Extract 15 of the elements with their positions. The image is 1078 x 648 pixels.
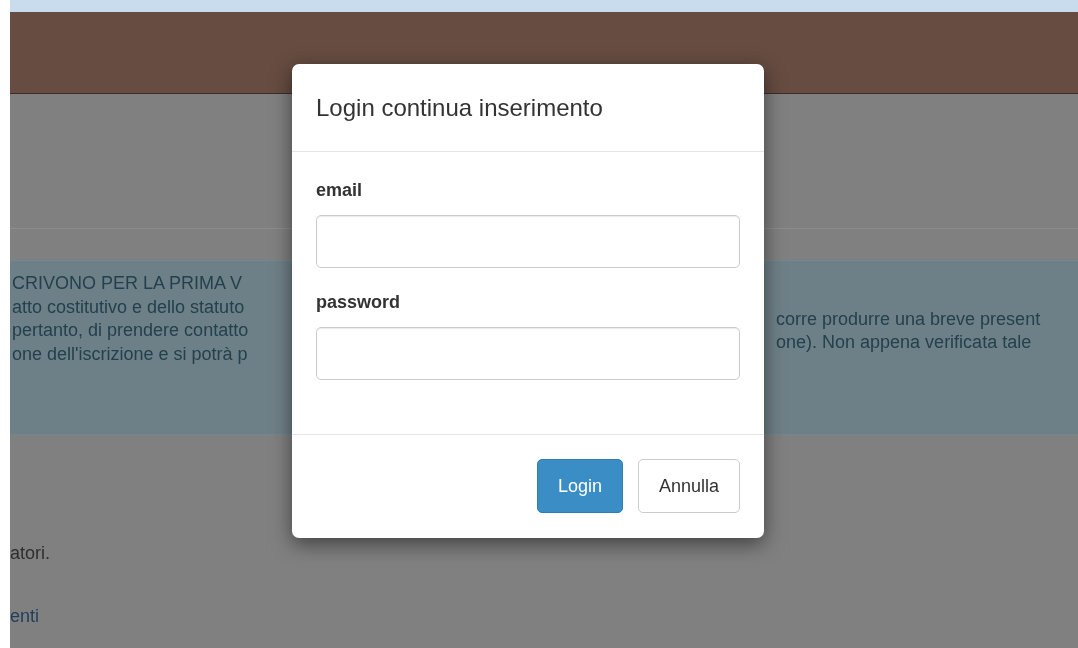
notice-text: CRIVONO PER LA PRIMA V xyxy=(12,272,244,295)
notice-text: corre produrre una breve present xyxy=(776,307,1041,331)
cancel-button[interactable]: Annulla xyxy=(637,459,740,513)
login-button[interactable]: Login xyxy=(536,459,623,513)
notice-text: one dell'iscrizione e si potrà p xyxy=(12,342,249,366)
notice-text: pertanto, di prendere contatto xyxy=(12,319,249,342)
body-text: atori. xyxy=(10,543,51,564)
dialog-title: Login continua inserimento xyxy=(316,93,603,122)
input-field[interactable] xyxy=(316,215,740,268)
field-label: password xyxy=(316,292,402,313)
notice-text: atto costitutivo e dello statuto xyxy=(12,295,246,319)
link[interactable]: enti xyxy=(10,606,40,627)
input-field[interactable] xyxy=(316,327,740,380)
notice-text: one). Non appena verificata tale xyxy=(776,331,1033,354)
field-label: email xyxy=(316,180,364,201)
